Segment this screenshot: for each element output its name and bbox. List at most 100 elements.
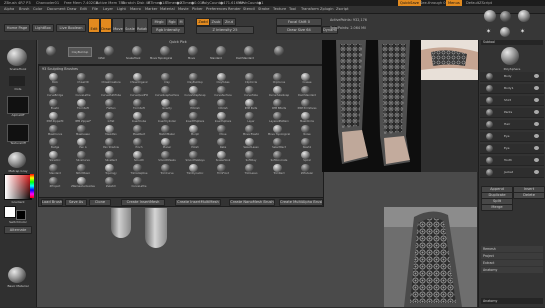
merge-button[interactable]: Merge — [481, 204, 513, 211]
brush-item[interactable]: SmoothValleys — [181, 151, 209, 162]
brush-item[interactable]: InsertCube — [125, 112, 153, 123]
menu-tool[interactable]: Tool — [289, 6, 296, 13]
brush-item[interactable]: ClipCurve — [265, 73, 293, 84]
basic-material-icon[interactable] — [8, 267, 26, 283]
brush-item[interactable]: SelectLasso — [237, 138, 265, 149]
quick-brush-claybuildup[interactable]: ClayBuildup — [68, 47, 92, 57]
menu-movie[interactable]: Movie — [178, 6, 189, 13]
brush-item[interactable]: Nudge — [41, 138, 69, 149]
eye-icon[interactable] — [534, 74, 539, 78]
brush-item[interactable]: CurveSurface — [209, 86, 237, 97]
polysphere-icon[interactable] — [484, 10, 496, 22]
quick-brush-move-icon[interactable] — [188, 46, 198, 56]
brush-item[interactable]: Pen Shadow — [97, 138, 125, 149]
brush-item[interactable]: InsertCylinder — [153, 112, 181, 123]
switch-color-label[interactable]: SwitchColor — [2, 220, 34, 224]
brush-item[interactable]: MatchMaker — [153, 125, 181, 136]
subtool-row[interactable]: Body1 — [480, 84, 544, 94]
brush-item[interactable]: ZProject — [41, 177, 69, 188]
brush-item[interactable]: IMM Parts — [237, 99, 265, 110]
quick-brush-inflat-icon[interactable] — [104, 46, 114, 56]
brush-item[interactable]: CurveBridge — [41, 86, 69, 97]
brush-item[interactable]: CurveLathe — [69, 86, 97, 97]
menu-preferences[interactable]: Preferences — [206, 6, 227, 13]
zsub-button[interactable]: Zsub — [209, 18, 223, 26]
m-button[interactable]: M — [177, 18, 185, 26]
brush-item[interactable]: SliceCirc — [41, 151, 69, 162]
brush-item[interactable]: Rake — [209, 138, 237, 149]
brush-item[interactable]: Layer — [237, 112, 265, 123]
brush-item[interactable]: InsertSphere — [209, 112, 237, 123]
quick-brush-0-icon[interactable] — [46, 46, 56, 56]
secondary-color-swatch[interactable] — [16, 210, 26, 220]
subtool-row[interactable]: Eye — [480, 144, 544, 154]
brush-item[interactable]: Planar — [153, 138, 181, 149]
delete-button[interactable]: Delete — [513, 192, 545, 199]
brush-item[interactable]: Move — [209, 125, 237, 136]
menu-zplugin[interactable]: Zplugin — [320, 6, 334, 13]
brush-item[interactable]: Chisel3D — [69, 73, 97, 84]
brush-item[interactable]: MaskCurve — [41, 125, 69, 136]
menu-zscript[interactable]: Zscript — [336, 6, 348, 13]
brush-item[interactable]: HPolish — [181, 99, 209, 110]
zcut-button[interactable]: Zcut — [222, 18, 236, 26]
menu-macro[interactable]: Macro — [130, 6, 141, 13]
brush-item[interactable]: Pinch — [125, 138, 153, 149]
brush-item[interactable]: StitchBasic — [69, 164, 97, 175]
eye-icon[interactable] — [534, 98, 539, 102]
subpalette-project[interactable]: Project — [481, 253, 543, 259]
brush-item[interactable]: MaskRect — [125, 125, 153, 136]
brush-item[interactable]: MaskPen — [97, 125, 125, 136]
matcap-gray-icon[interactable] — [8, 152, 26, 168]
simple-brush-icon[interactable] — [500, 27, 510, 37]
brush-item[interactable]: IMM ZipperM — [41, 112, 69, 123]
brush-item[interactable]: SliceRect — [97, 151, 125, 162]
home-page-button[interactable]: Home Page — [4, 24, 30, 32]
brush-item[interactable]: hPolish — [209, 99, 237, 110]
menu-material[interactable]: Material — [160, 6, 175, 13]
reference-photo-sleeve[interactable] — [384, 207, 477, 307]
brush-item[interactable]: SoftClay — [237, 151, 265, 162]
menu-stencil[interactable]: Stencil — [243, 6, 255, 13]
color-picker[interactable] — [4, 174, 32, 200]
menu-layer[interactable]: Layer — [103, 6, 113, 13]
save-as-button[interactable]: Save As — [65, 199, 87, 206]
brush-item[interactable]: Polish — [181, 138, 209, 149]
menu-brush[interactable]: Brush — [19, 6, 29, 13]
anatomy-header[interactable]: Anatomy — [481, 298, 543, 304]
star-icon[interactable]: ✶ — [486, 28, 491, 35]
snakehook-brush-icon[interactable] — [7, 48, 27, 66]
brush-item[interactable]: Topology — [97, 164, 125, 175]
subtool-row[interactable]: Pants — [480, 108, 544, 118]
draw-button[interactable]: Draw — [100, 18, 112, 33]
quick-brush-movetopo-icon[interactable] — [160, 46, 170, 56]
subtool-row[interactable]: Body — [480, 72, 544, 82]
subpalette-remesh[interactable]: Remesh — [481, 246, 543, 252]
polymesh-star-icon[interactable]: ✶ — [520, 28, 525, 35]
z-intensity-slider[interactable]: Z Intensity 25 — [196, 26, 254, 34]
eye-icon[interactable] — [534, 122, 539, 126]
quick-brush-snakehook-icon[interactable] — [132, 46, 142, 56]
brush-item[interactable]: SliceCurve — [69, 151, 97, 162]
brush-item[interactable]: Elastic — [41, 99, 69, 110]
brush-item[interactable]: TrimFront — [209, 164, 237, 175]
alternate-button[interactable]: Alternate — [4, 226, 32, 234]
tool-title[interactable]: Subtool — [481, 40, 543, 45]
quick-brush-standard-icon[interactable] — [216, 46, 226, 56]
brush-item[interactable]: ClayTubes — [209, 73, 237, 84]
create-insertmultimesh-button[interactable]: Create InsertMultiMesh — [175, 199, 221, 206]
menu-render[interactable]: Render — [228, 6, 241, 13]
brush-item[interactable]: SmoothPeaks — [153, 151, 181, 162]
brush-item[interactable]: Zsketch — [97, 177, 125, 188]
brush-item[interactable]: Flatten — [97, 99, 125, 110]
eye-icon[interactable] — [534, 110, 539, 114]
brush-item[interactable]: FormSoft — [125, 99, 153, 110]
focal-shift-slider[interactable]: Focal Shift 0 — [276, 18, 322, 26]
brush-item[interactable]: ChiselCreature — [97, 73, 125, 84]
brush-item[interactable]: DamStandard — [293, 86, 321, 97]
brush-item[interactable]: CurveTube — [237, 86, 265, 97]
brush-item[interactable]: MaskLasso — [69, 125, 97, 136]
menu-color[interactable]: Color — [33, 6, 42, 13]
brush-item[interactable]: TrimCurve — [153, 164, 181, 175]
rgb-intensity-slider[interactable]: Rgb Intensity — [151, 26, 185, 34]
